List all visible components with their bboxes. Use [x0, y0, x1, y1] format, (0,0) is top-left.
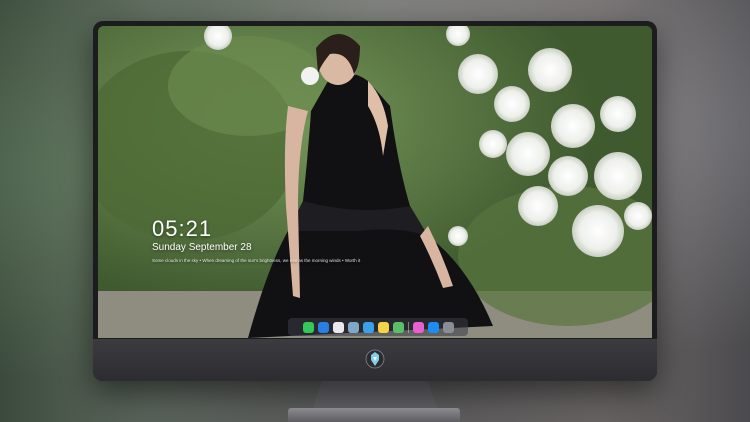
itunes-icon[interactable]: [412, 321, 424, 333]
desktop-monitor: 05:21 Sunday September 28 Some clouds in…: [93, 21, 657, 381]
lockscreen-date: Sunday September 28: [152, 242, 252, 253]
preview-icon[interactable]: [347, 321, 359, 333]
screenshot-icon[interactable]: [442, 321, 454, 333]
lockscreen-clock: 05:21: [152, 216, 213, 241]
app-store-icon[interactable]: [427, 321, 439, 333]
messages-icon[interactable]: [302, 321, 314, 333]
lockscreen-quote: Some clouds in the sky • When dreaming o…: [152, 258, 361, 263]
monitor-stand-neck: [312, 381, 438, 411]
safari-icon[interactable]: [332, 321, 344, 333]
brand-logo-icon: [365, 349, 385, 369]
photos-icon[interactable]: [392, 321, 404, 333]
monitor-stand-base: [288, 408, 460, 422]
claquette-icon[interactable]: [362, 321, 374, 333]
finder-icon[interactable]: [317, 321, 329, 333]
desktop-screen: 05:21 Sunday September 28 Some clouds in…: [98, 26, 652, 338]
dock-separator: [407, 321, 409, 333]
monitor-chin: [93, 339, 657, 381]
notes-icon[interactable]: [377, 321, 389, 333]
dock: [288, 318, 468, 336]
wallpaper-photo: [98, 26, 652, 338]
